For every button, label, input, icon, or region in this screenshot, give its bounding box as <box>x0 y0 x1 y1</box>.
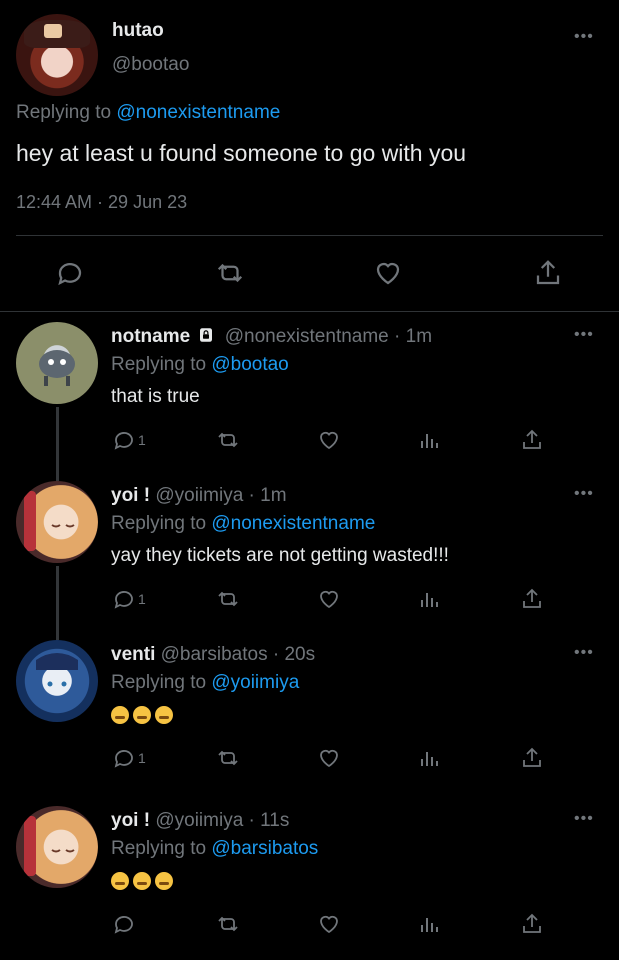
retweet-icon[interactable] <box>214 585 242 613</box>
retweet-icon[interactable] <box>214 744 242 772</box>
lock-icon <box>197 326 215 344</box>
retweet-icon[interactable] <box>214 256 246 290</box>
reply-count: 1 <box>138 591 146 607</box>
reply-icon <box>112 428 136 452</box>
replying-to-line: Replying to @nonexistentname <box>16 102 280 124</box>
more-options-icon[interactable]: ••• <box>574 810 594 828</box>
tweet-header: yoi ! @yoiimiya · 11s <box>111 810 289 832</box>
replying-prefix: Replying to <box>16 102 117 123</box>
replying-to-link[interactable]: @nonexistentname <box>211 513 375 534</box>
like-icon[interactable] <box>316 585 342 613</box>
views-icon[interactable] <box>418 426 442 454</box>
reply-count: 1 <box>138 432 146 448</box>
grinning-sweat-face-icon <box>155 871 173 890</box>
action-bar <box>0 910 619 938</box>
handle-time[interactable]: @barsibatos · 20s <box>161 644 315 665</box>
action-bar: 1 <box>0 585 619 613</box>
unamused-face-icon <box>155 705 173 724</box>
reply-button[interactable]: 1 <box>112 744 146 772</box>
unamused-face-icon <box>111 705 129 724</box>
views-icon[interactable] <box>418 585 442 613</box>
main-tweet: hutao @bootao ••• Replying to @nonexiste… <box>0 0 619 312</box>
avatar[interactable] <box>16 14 98 96</box>
handle-time[interactable]: @yoiimiya · 11s <box>155 810 289 831</box>
action-bar <box>0 256 619 290</box>
reply-icon <box>112 587 136 611</box>
share-icon[interactable] <box>520 744 544 772</box>
retweet-icon[interactable] <box>214 426 242 454</box>
reply-count: 1 <box>138 750 146 766</box>
avatar[interactable] <box>16 640 98 722</box>
share-icon[interactable] <box>520 426 544 454</box>
like-icon[interactable] <box>372 256 404 290</box>
share-icon[interactable] <box>520 585 544 613</box>
tweet-header: notname @nonexistentname · 1m <box>111 326 432 348</box>
reply-icon <box>112 746 136 770</box>
handle-time[interactable]: @nonexistentname · 1m <box>225 326 432 347</box>
more-options-icon[interactable]: ••• <box>574 485 594 503</box>
display-name[interactable]: notname <box>111 326 190 347</box>
like-icon[interactable] <box>316 426 342 454</box>
display-name[interactable]: yoi ! <box>111 485 150 506</box>
grinning-sweat-face-icon <box>111 871 129 890</box>
reply-tweet: yoi ! @yoiimiya · 1m ••• Replying to @no… <box>0 481 619 631</box>
replying-to-line: Replying to @nonexistentname <box>111 513 375 535</box>
reply-button[interactable]: 1 <box>112 585 146 613</box>
replying-to-link[interactable]: @barsibatos <box>211 838 318 859</box>
display-name[interactable]: yoi ! <box>111 810 150 831</box>
grinning-sweat-face-icon <box>133 871 151 890</box>
retweet-icon[interactable] <box>214 910 242 938</box>
display-name[interactable]: venti <box>111 644 155 665</box>
handle-time[interactable]: @yoiimiya · 1m <box>155 485 286 506</box>
views-icon[interactable] <box>418 744 442 772</box>
more-options-icon[interactable]: ••• <box>574 326 594 344</box>
replying-to-line: Replying to @bootao <box>111 354 289 376</box>
avatar[interactable] <box>16 481 98 563</box>
action-bar: 1 <box>0 426 619 454</box>
tweet-text: that is true <box>111 386 200 407</box>
reply-icon[interactable] <box>54 256 86 290</box>
display-name[interactable]: hutao <box>112 20 164 42</box>
reply-icon <box>112 912 136 936</box>
action-bar: 1 <box>0 744 619 772</box>
timestamp[interactable]: 12:44 AM · 29 Jun 23 <box>16 192 187 213</box>
avatar[interactable] <box>16 322 98 404</box>
replying-to-line: Replying to @barsibatos <box>111 838 318 860</box>
views-icon[interactable] <box>418 910 442 938</box>
replying-to-link[interactable]: @bootao <box>211 354 288 375</box>
more-options-icon[interactable]: ••• <box>574 28 594 46</box>
avatar[interactable] <box>16 806 98 888</box>
like-icon[interactable] <box>316 744 342 772</box>
tweet-header: yoi ! @yoiimiya · 1m <box>111 485 287 507</box>
replying-to-line: Replying to @yoiimiya <box>111 672 299 694</box>
reply-tweet: venti @barsibatos · 20s ••• Replying to … <box>0 640 619 790</box>
hat-charm-graphic <box>44 24 62 38</box>
handle[interactable]: @bootao <box>112 54 189 76</box>
share-icon[interactable] <box>520 910 544 938</box>
tweet-emojis <box>111 870 177 892</box>
reply-button[interactable]: 1 <box>112 426 146 454</box>
tweet-text: hey at least u found someone to go with … <box>16 140 467 166</box>
divider <box>0 311 619 312</box>
reply-tweet: notname @nonexistentname · 1m ••• Replyi… <box>0 322 619 472</box>
reply-tweet: yoi ! @yoiimiya · 11s ••• Replying to @b… <box>0 806 619 956</box>
tweet-emojis <box>111 704 177 726</box>
reply-button[interactable] <box>112 910 136 938</box>
replying-prefix: Replying to <box>111 838 212 859</box>
more-options-icon[interactable]: ••• <box>574 644 594 662</box>
tweet-text: yay they tickets are not getting wasted!… <box>111 545 449 566</box>
share-icon[interactable] <box>532 256 564 290</box>
replying-to-link[interactable]: @yoiimiya <box>211 672 299 693</box>
replying-prefix: Replying to <box>111 672 212 693</box>
tweet-header: venti @barsibatos · 20s <box>111 644 315 666</box>
like-icon[interactable] <box>316 910 342 938</box>
replying-to-link[interactable]: @nonexistentname <box>116 102 280 123</box>
replying-prefix: Replying to <box>111 354 212 375</box>
unamused-face-icon <box>133 705 151 724</box>
divider <box>16 235 603 236</box>
replying-prefix: Replying to <box>111 513 212 534</box>
